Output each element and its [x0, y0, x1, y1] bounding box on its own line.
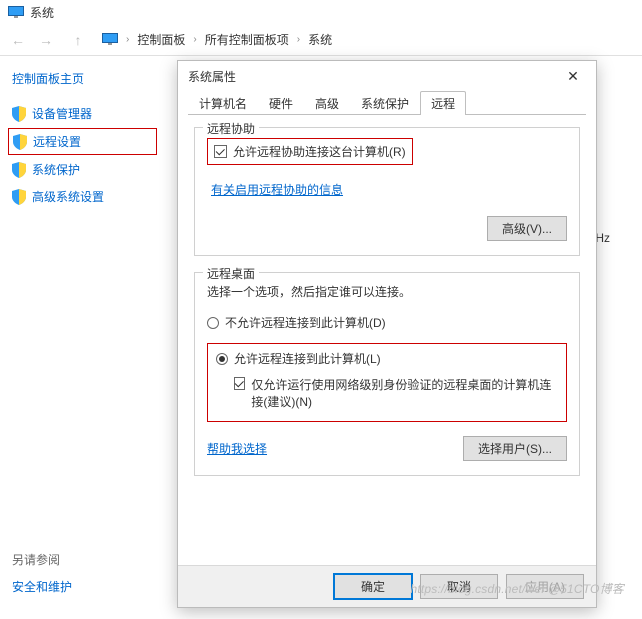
shield-icon	[12, 189, 26, 205]
radio-icon	[216, 353, 228, 365]
breadcrumb: › 控制面板 › 所有控制面板项 › 系统	[124, 29, 336, 50]
dialog-body: 远程协助 允许远程协助连接这台计算机(R) 有关启用远程协助的信息 高级(V).…	[178, 115, 596, 565]
sidebar-item-system-protection[interactable]: 系统保护	[8, 157, 157, 182]
highlight-box: 允许远程协助连接这台计算机(R)	[207, 138, 413, 165]
nav-up-button[interactable]: ↑	[64, 26, 92, 54]
dialog-titlebar: 系统属性 ✕	[178, 61, 596, 91]
sidebar-item-device-manager[interactable]: 设备管理器	[8, 101, 157, 126]
tab-advanced[interactable]: 高级	[304, 91, 350, 115]
remote-assistance-info-link[interactable]: 有关启用远程协助的信息	[211, 181, 343, 198]
see-also-header: 另请参阅	[12, 551, 72, 568]
sidebar-item-remote-settings[interactable]: 远程设置	[8, 128, 157, 155]
nla-only-checkbox[interactable]: 仅允许运行使用网络级别身份验证的远程桌面的计算机连接(建议)(N)	[234, 377, 558, 411]
shield-icon	[12, 162, 26, 178]
sidebar-item-advanced-system-settings[interactable]: 高级系统设置	[8, 184, 157, 209]
sidebar-item-label: 设备管理器	[32, 105, 92, 122]
apply-button[interactable]: 应用(A)	[506, 574, 584, 599]
dialog-footer: 确定 取消 应用(A)	[178, 565, 596, 607]
nav-back-button[interactable]: ←	[4, 26, 32, 54]
ok-button[interactable]: 确定	[334, 574, 412, 599]
allow-remote-connections-radio[interactable]: 允许远程连接到此计算机(L)	[216, 350, 558, 367]
window-titlebar: 系统	[0, 0, 642, 24]
checkbox-icon	[214, 145, 227, 158]
system-icon	[102, 33, 118, 46]
navigation-bar: ← → ↑ › 控制面板 › 所有控制面板项 › 系统	[0, 24, 642, 56]
sidebar-item-label: 高级系统设置	[32, 188, 104, 205]
security-and-maintenance-link[interactable]: 安全和维护	[12, 578, 72, 595]
nav-forward-button[interactable]: →	[32, 26, 60, 54]
help-me-choose-link[interactable]: 帮助我选择	[207, 440, 267, 457]
system-icon	[8, 6, 24, 19]
shield-icon	[13, 134, 27, 150]
sidebar-footer: 另请参阅 安全和维护	[12, 551, 72, 605]
breadcrumb-item[interactable]: 系统	[304, 29, 336, 50]
select-users-button[interactable]: 选择用户(S)...	[463, 436, 567, 461]
remote-desktop-group: 远程桌面 选择一个选项，然后指定谁可以连接。 不允许远程连接到此计算机(D) 允…	[194, 272, 580, 476]
remote-desktop-description: 选择一个选项，然后指定谁可以连接。	[207, 283, 567, 300]
radio-label: 不允许远程连接到此计算机(D)	[225, 314, 386, 331]
allow-remote-assistance-checkbox[interactable]: 允许远程协助连接这台计算机(R)	[214, 143, 406, 160]
window-title: 系统	[30, 4, 54, 21]
radio-label: 允许远程连接到此计算机(L)	[234, 350, 381, 367]
control-panel-home-link[interactable]: 控制面板主页	[8, 68, 157, 101]
checkbox-label: 允许远程协助连接这台计算机(R)	[233, 143, 406, 160]
close-button[interactable]: ✕	[560, 66, 586, 86]
group-legend: 远程桌面	[203, 265, 259, 282]
breadcrumb-item[interactable]: 控制面板	[133, 29, 189, 50]
cancel-button[interactable]: 取消	[420, 574, 498, 599]
highlight-box: 允许远程连接到此计算机(L) 仅允许运行使用网络级别身份验证的远程桌面的计算机连…	[207, 343, 567, 422]
tab-hardware[interactable]: 硬件	[258, 91, 304, 115]
advanced-button[interactable]: 高级(V)...	[487, 216, 567, 241]
dialog-title: 系统属性	[188, 68, 560, 85]
shield-icon	[12, 106, 26, 122]
sidebar: 控制面板主页 设备管理器 远程设置 系统保护 高级系统设置 另请参阅 安全和维护	[0, 56, 165, 619]
checkbox-icon	[234, 377, 245, 390]
chevron-right-icon: ›	[191, 34, 198, 45]
radio-icon	[207, 317, 219, 329]
chevron-right-icon: ›	[124, 34, 131, 45]
sidebar-item-label: 系统保护	[32, 161, 80, 178]
checkbox-label: 仅允许运行使用网络级别身份验证的远程桌面的计算机连接(建议)(N)	[251, 377, 558, 411]
tab-remote[interactable]: 远程	[420, 91, 466, 115]
chevron-right-icon: ›	[295, 34, 302, 45]
tab-system-protection[interactable]: 系统保护	[350, 91, 420, 115]
disallow-remote-connections-radio[interactable]: 不允许远程连接到此计算机(D)	[207, 314, 567, 331]
sidebar-item-label: 远程设置	[33, 133, 81, 150]
tab-computer-name[interactable]: 计算机名	[188, 91, 258, 115]
breadcrumb-item[interactable]: 所有控制面板项	[201, 29, 293, 50]
remote-assistance-group: 远程协助 允许远程协助连接这台计算机(R) 有关启用远程协助的信息 高级(V).…	[194, 127, 580, 256]
group-legend: 远程协助	[203, 120, 259, 137]
system-properties-dialog: 系统属性 ✕ 计算机名 硬件 高级 系统保护 远程 远程协助 允许远程协助连接这…	[177, 60, 597, 608]
close-icon: ✕	[567, 68, 579, 85]
tab-strip: 计算机名 硬件 高级 系统保护 远程	[178, 91, 596, 115]
